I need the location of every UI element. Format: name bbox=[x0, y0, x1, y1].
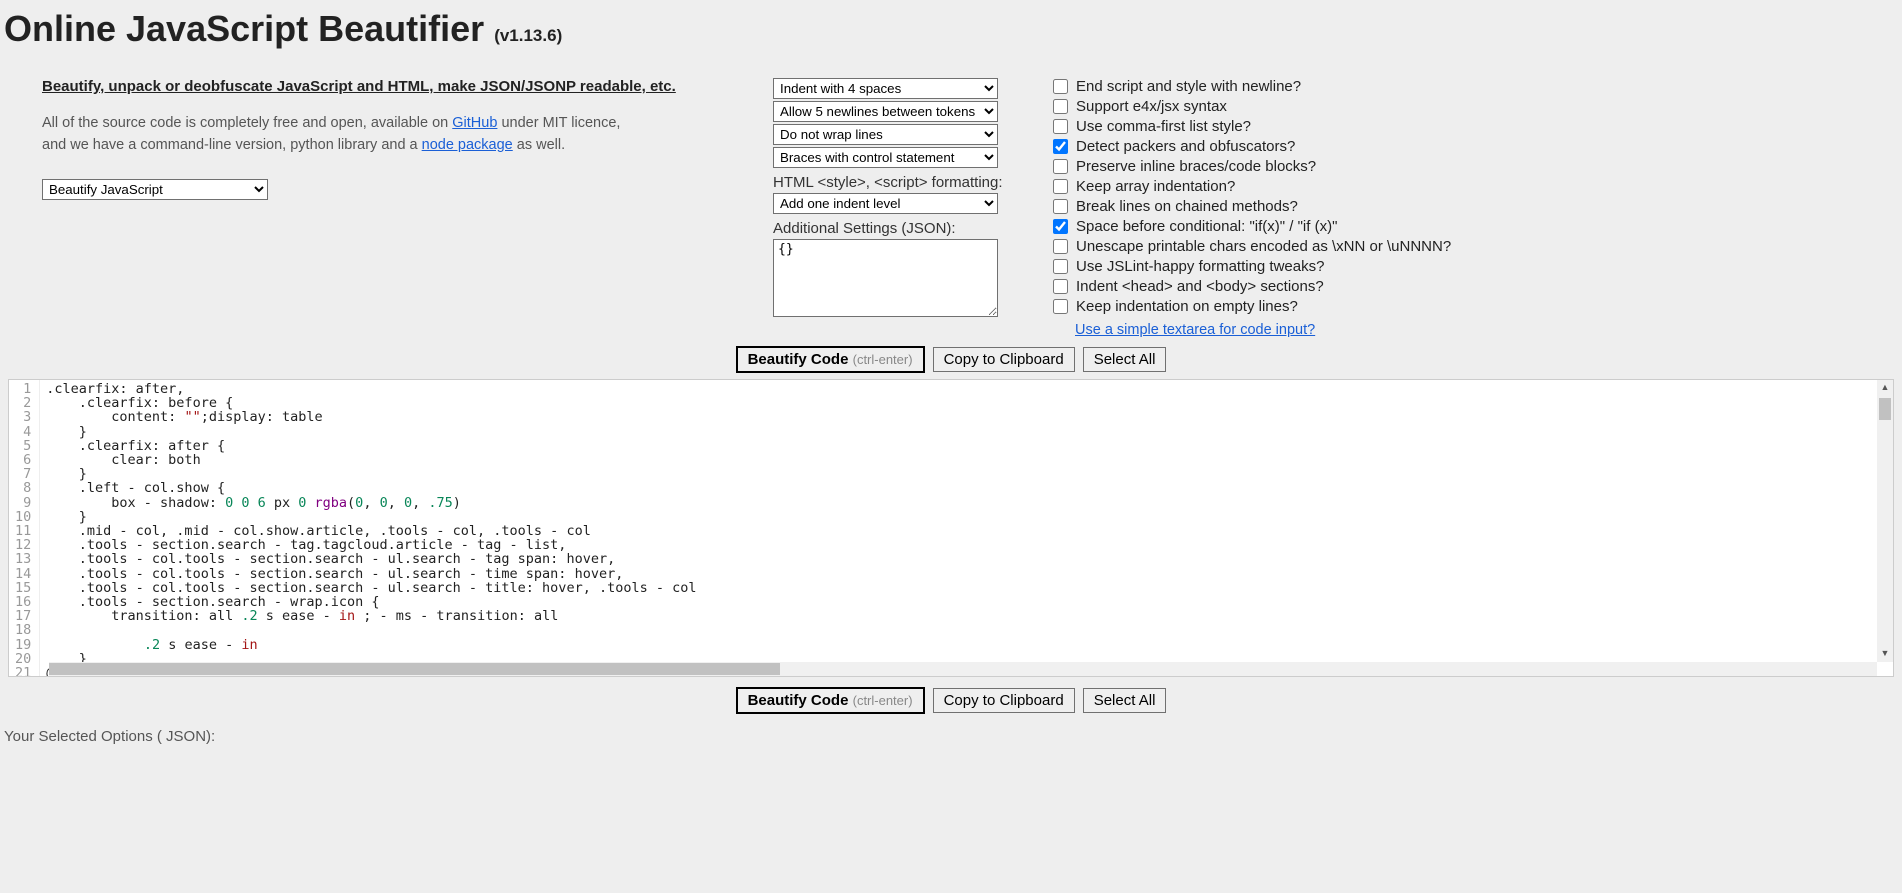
checkbox-label-11: Keep indentation on empty lines? bbox=[1076, 298, 1298, 315]
desc-text-4: as well. bbox=[513, 137, 565, 153]
checkbox-row-11: Keep indentation on empty lines? bbox=[1053, 298, 1894, 315]
horizontal-scroll-thumb[interactable] bbox=[49, 663, 780, 675]
beautify-shortcut: (ctrl-enter) bbox=[853, 352, 913, 367]
desc-text-3: and we have a command-line version, pyth… bbox=[42, 137, 422, 153]
checkbox-2[interactable] bbox=[1053, 119, 1068, 134]
checkbox-row-3: Detect packers and obfuscators? bbox=[1053, 138, 1894, 155]
scroll-up-icon[interactable]: ▲ bbox=[1879, 382, 1891, 394]
scroll-down-icon[interactable]: ▼ bbox=[1879, 648, 1891, 660]
options-row: Beautify, unpack or deobfuscate JavaScri… bbox=[0, 78, 1902, 338]
checkbox-9[interactable] bbox=[1053, 259, 1068, 274]
wrap-select[interactable]: Do not wrap lines bbox=[773, 124, 998, 145]
checkbox-label-7: Space before conditional: "if(x)" / "if … bbox=[1076, 218, 1337, 235]
checkbox-row-10: Indent <head> and <body> sections? bbox=[1053, 278, 1894, 295]
checkbox-row-6: Break lines on chained methods? bbox=[1053, 198, 1894, 215]
checkbox-11[interactable] bbox=[1053, 299, 1068, 314]
checkbox-label-10: Indent <head> and <body> sections? bbox=[1076, 278, 1324, 295]
selected-options-label: Your Selected Options ( JSON): bbox=[4, 728, 1902, 745]
vertical-scrollbar[interactable]: ▲ ▼ bbox=[1877, 380, 1893, 662]
indent-select[interactable]: Indent with 4 spaces bbox=[773, 78, 998, 99]
version-text: (v1.13.6) bbox=[494, 26, 562, 45]
checkbox-row-1: Support e4x/jsx syntax bbox=[1053, 98, 1894, 115]
line-gutter: 12345678910111213141516171819202122 bbox=[9, 380, 40, 676]
code-editor[interactable]: 12345678910111213141516171819202122 .cle… bbox=[8, 379, 1894, 677]
checkbox-row-4: Preserve inline braces/code blocks? bbox=[1053, 158, 1894, 175]
checkbox-label-0: End script and style with newline? bbox=[1076, 78, 1301, 95]
additional-settings-textarea[interactable]: {} bbox=[773, 239, 998, 317]
checkbox-0[interactable] bbox=[1053, 79, 1068, 94]
button-bar-bottom: Beautify Code (ctrl-enter) Copy to Clipb… bbox=[0, 687, 1902, 714]
checkbox-5[interactable] bbox=[1053, 179, 1068, 194]
checkbox-row-5: Keep array indentation? bbox=[1053, 178, 1894, 195]
checkbox-label-3: Detect packers and obfuscators? bbox=[1076, 138, 1295, 155]
language-select[interactable]: Beautify JavaScript bbox=[42, 179, 268, 200]
checkbox-row-0: End script and style with newline? bbox=[1053, 78, 1894, 95]
checkbox-label-4: Preserve inline braces/code blocks? bbox=[1076, 158, 1316, 175]
html-indent-select[interactable]: Add one indent level bbox=[773, 193, 998, 214]
beautify-button-bottom[interactable]: Beautify Code (ctrl-enter) bbox=[736, 687, 925, 714]
horizontal-scrollbar[interactable] bbox=[49, 662, 1877, 676]
checkbox-label-6: Break lines on chained methods? bbox=[1076, 198, 1298, 215]
code-content[interactable]: .clearfix: after, .clearfix: before { co… bbox=[40, 380, 1893, 676]
checkbox-7[interactable] bbox=[1053, 219, 1068, 234]
button-bar-top: Beautify Code (ctrl-enter) Copy to Clipb… bbox=[0, 346, 1902, 373]
checkbox-3[interactable] bbox=[1053, 139, 1068, 154]
node-package-link[interactable]: node package bbox=[422, 137, 513, 153]
simple-textarea-link[interactable]: Use a simple textarea for code input? bbox=[1075, 322, 1315, 338]
select-all-button-bottom[interactable]: Select All bbox=[1083, 688, 1167, 713]
newlines-select[interactable]: Allow 5 newlines between tokens bbox=[773, 101, 998, 122]
copy-button-bottom[interactable]: Copy to Clipboard bbox=[933, 688, 1075, 713]
description: All of the source code is completely fre… bbox=[42, 113, 773, 157]
checkbox-label-5: Keep array indentation? bbox=[1076, 178, 1235, 195]
braces-select[interactable]: Braces with control statement bbox=[773, 147, 998, 168]
html-format-label: HTML <style>, <script> formatting: bbox=[773, 174, 1053, 191]
additional-settings-label: Additional Settings (JSON): bbox=[773, 220, 1053, 237]
title-text: Online JavaScript Beautifier bbox=[4, 8, 484, 49]
copy-button[interactable]: Copy to Clipboard bbox=[933, 347, 1075, 372]
vertical-scroll-thumb[interactable] bbox=[1879, 398, 1891, 420]
checkbox-label-9: Use JSLint-happy formatting tweaks? bbox=[1076, 258, 1324, 275]
select-all-button[interactable]: Select All bbox=[1083, 347, 1167, 372]
checkbox-label-8: Unescape printable chars encoded as \xNN… bbox=[1076, 238, 1451, 255]
checkbox-1[interactable] bbox=[1053, 99, 1068, 114]
checkbox-row-9: Use JSLint-happy formatting tweaks? bbox=[1053, 258, 1894, 275]
checkbox-row-7: Space before conditional: "if(x)" / "if … bbox=[1053, 218, 1894, 235]
checkbox-label-1: Support e4x/jsx syntax bbox=[1076, 98, 1227, 115]
beautify-shortcut-bottom: (ctrl-enter) bbox=[853, 693, 913, 708]
intro-column: Beautify, unpack or deobfuscate JavaScri… bbox=[8, 78, 773, 338]
checkbox-4[interactable] bbox=[1053, 159, 1068, 174]
desc-text-1: All of the source code is completely fre… bbox=[42, 115, 452, 131]
beautify-button[interactable]: Beautify Code (ctrl-enter) bbox=[736, 346, 925, 373]
checkbox-row-2: Use comma-first list style? bbox=[1053, 118, 1894, 135]
checkbox-column: End script and style with newline? Suppor… bbox=[1053, 78, 1894, 338]
checkbox-8[interactable] bbox=[1053, 239, 1068, 254]
checkbox-label-2: Use comma-first list style? bbox=[1076, 118, 1251, 135]
blurb-title: Beautify, unpack or deobfuscate JavaScri… bbox=[42, 78, 773, 95]
checkbox-row-8: Unescape printable chars encoded as \xNN… bbox=[1053, 238, 1894, 255]
checkbox-6[interactable] bbox=[1053, 199, 1068, 214]
beautify-label: Beautify Code bbox=[748, 351, 849, 368]
checkbox-10[interactable] bbox=[1053, 279, 1068, 294]
github-link[interactable]: GitHub bbox=[452, 115, 497, 131]
options-column: Indent with 4 spaces Allow 5 newlines be… bbox=[773, 78, 1053, 338]
page-title: Online JavaScript Beautifier (v1.13.6) bbox=[4, 8, 1902, 50]
desc-text-2: under MIT licence, bbox=[497, 115, 620, 131]
beautify-label-bottom: Beautify Code bbox=[748, 692, 849, 709]
